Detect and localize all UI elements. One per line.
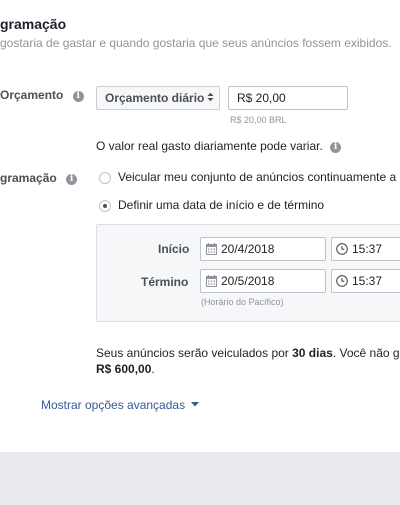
start-label: Início [158,242,190,256]
schedule-option-dates[interactable]: Definir uma data de início e de término [99,198,399,214]
budget-type-select[interactable]: Orçamento diário [96,86,220,110]
summary-days: 30 dias [292,346,333,360]
schedule-option-dates-label: Definir uma data de início e de término [118,198,325,212]
start-time-input[interactable]: 15:37 [331,237,400,261]
caret-down-icon [191,402,200,407]
section-title: gramação [0,16,67,32]
radio-dates[interactable] [99,200,111,212]
radio-continuous[interactable] [99,172,111,184]
advanced-options-label: Mostrar opções avançadas [41,398,186,412]
budget-amount-value: R$ 20,00 [237,91,286,105]
start-time-value: 15:37 [352,242,383,256]
schedule-option-continuous-label: Veicular meu conjunto de anúncios contin… [118,170,397,184]
budget-note: O valor real gasto diariamente pode vari… [96,139,323,153]
end-time-value: 15:37 [352,274,383,288]
timezone-note: (Horário do Pacífico) [201,297,284,307]
budget-amount-input[interactable]: R$ 20,00 [228,86,348,110]
schedule-summary-line1: Seus anúncios serão veiculados por 30 di… [96,346,400,360]
start-date-value: 20/4/2018 [221,242,275,256]
schedule-summary-line2: R$ 600,00. [96,362,155,376]
budget-label-group: Orçamento i [0,88,84,102]
budget-info-icon[interactable]: i [72,91,84,102]
section-subtitle: gostaria de gastar e quando gostaria que… [0,36,392,50]
summary-suffix: . Você não g [332,346,400,360]
budget-note-info-icon[interactable]: i [330,142,342,153]
calendar-icon [206,243,217,255]
schedule-label-group: gramação i [0,171,78,185]
summary-prefix: Seus anúncios serão veiculados por [96,346,293,360]
schedule-option-continuous[interactable]: Veicular meu conjunto de anúncios contin… [99,170,400,186]
end-date-value: 20/5/2018 [221,274,275,288]
select-arrows-icon [207,87,214,109]
clock-icon [336,243,348,255]
summary-total-suffix: . [151,362,155,376]
end-date-input[interactable]: 20/5/2018 [200,269,326,293]
calendar-icon [206,275,217,287]
schedule-label: gramação [0,171,57,185]
budget-amount-hint: R$ 20,00 BRL [230,115,287,125]
schedule-info-icon[interactable]: i [66,174,78,185]
footer-bar [0,452,400,505]
summary-total-amount: R$ 600,00 [96,362,152,376]
budget-label: Orçamento [0,88,64,102]
start-date-input[interactable]: 20/4/2018 [200,237,326,261]
end-time-input[interactable]: 15:37 [331,269,400,293]
budget-note-group: O valor real gasto diariamente pode vari… [96,139,342,153]
clock-icon [336,275,348,287]
budget-type-value: Orçamento diário [105,91,205,105]
show-advanced-options-link[interactable]: Mostrar opções avançadas [41,398,200,412]
end-label: Término [141,275,189,289]
